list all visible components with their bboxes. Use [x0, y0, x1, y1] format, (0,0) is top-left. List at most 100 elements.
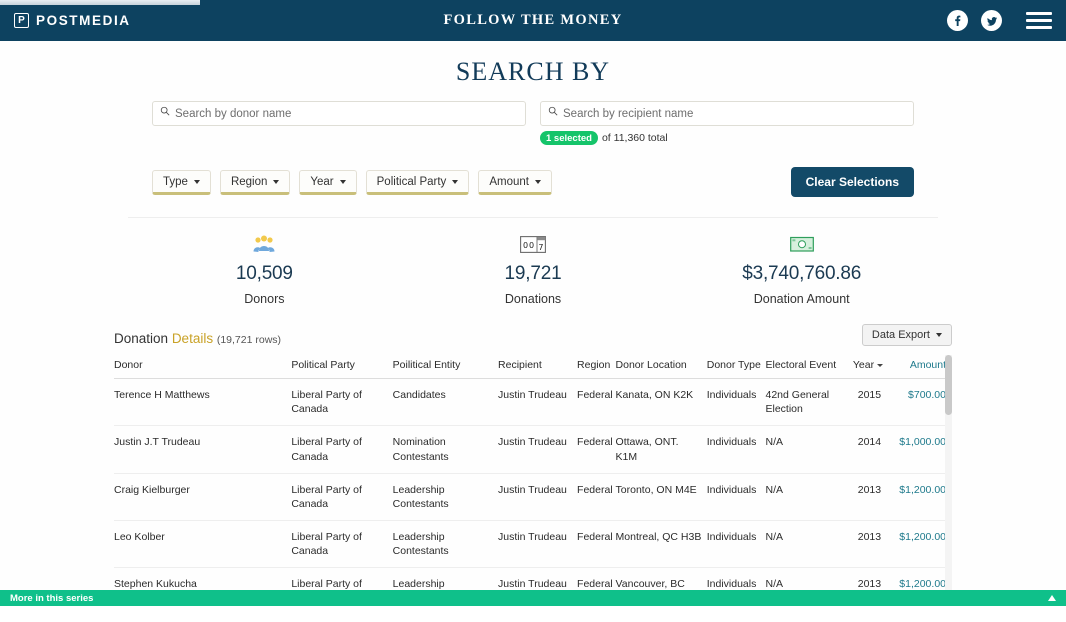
banknote-icon: [667, 233, 936, 255]
filter-amount-button[interactable]: Amount: [478, 169, 552, 195]
cell-region: Federal: [577, 473, 616, 522]
cell-donor: Terence H Matthews: [114, 378, 292, 427]
sort-descending-icon: [877, 363, 884, 367]
donation-details-table: Donor Political Party Poilitical Entity …: [114, 355, 952, 593]
column-header-donor-location[interactable]: Donor Location: [615, 355, 707, 379]
table-row[interactable]: Terence H Matthews Liberal Party of Cana…: [114, 378, 952, 427]
cell-donor: Justin J.T Trudeau: [114, 425, 292, 474]
summary-stats: 10,509 Donors 0 0 7 19,721 Donations $3,…: [0, 218, 1066, 306]
column-header-amount[interactable]: Amount: [889, 355, 952, 379]
selected-total-label: of 11,360 total: [601, 132, 668, 144]
filter-political-party-button[interactable]: Political Party: [365, 169, 470, 195]
cell-recipient: Justin Trudeau: [498, 473, 578, 522]
column-header-political-party[interactable]: Political Party: [291, 355, 393, 379]
recipient-selection-status: 1 selected of 11,360 total: [540, 131, 914, 145]
header-actions: [947, 10, 1052, 31]
cell-recipient: Justin Trudeau: [498, 520, 578, 569]
data-export-label: Data Export: [871, 329, 930, 341]
stat-label-donors: Donors: [244, 292, 285, 306]
twitter-icon[interactable]: [981, 10, 1002, 31]
page-title: SEARCH BY: [455, 57, 611, 86]
header-title: FOLLOW THE MONEY: [443, 12, 623, 28]
chevron-up-icon[interactable]: [1048, 595, 1056, 601]
hamburger-menu-icon[interactable]: [1026, 12, 1052, 29]
cell-year: 2013: [850, 473, 890, 522]
more-in-series-label: More in this series: [10, 592, 94, 604]
stat-card-donation-amount: $3,740,760.86 Donation Amount: [667, 233, 936, 306]
cell-amount[interactable]: $1,200.00: [889, 473, 952, 522]
clear-selections-button[interactable]: Clear Selections: [790, 167, 914, 197]
cell-donor-type: Individuals: [706, 473, 766, 522]
cell-donor-location: Kanata, ON K2K: [615, 378, 707, 427]
stat-value-donors: 10,509: [235, 263, 293, 284]
banknote-glyph: [789, 236, 814, 252]
filter-region-label: Region: [230, 175, 268, 188]
column-header-donor[interactable]: Donor: [114, 355, 292, 379]
cell-donor: Craig Kielburger: [114, 473, 292, 522]
filter-type-button[interactable]: Type: [152, 169, 211, 195]
cell-year: 2014: [850, 425, 890, 474]
column-header-region[interactable]: Region: [577, 355, 616, 379]
cell-electoral-event: N/A: [765, 520, 851, 569]
table-row[interactable]: Justin J.T Trudeau Liberal Party of Cana…: [114, 425, 952, 474]
table-caption-accent: Details: [171, 331, 214, 346]
cell-political-entity: Candidates: [392, 378, 499, 427]
cell-electoral-event: 42nd General Election: [765, 378, 851, 427]
more-in-series-bar[interactable]: More in this series: [0, 590, 1066, 606]
hamburger-line: [1026, 12, 1052, 15]
selected-count-badge[interactable]: 1 selected: [540, 131, 598, 145]
column-header-donor-type[interactable]: Donor Type: [706, 355, 766, 379]
cell-amount[interactable]: $700.00: [889, 378, 952, 427]
cell-amount[interactable]: $1,000.00: [889, 425, 952, 474]
cell-recipient: Justin Trudeau: [498, 378, 578, 427]
stat-value-donation-amount: $3,740,760.86: [742, 263, 862, 284]
cell-region: Federal: [577, 425, 616, 474]
column-header-year[interactable]: Year: [850, 355, 890, 379]
facebook-icon[interactable]: [947, 10, 968, 31]
stat-label-donation-amount: Donation Amount: [753, 292, 850, 306]
cell-amount[interactable]: $1,200.00: [889, 520, 952, 569]
hamburger-line: [1026, 19, 1052, 22]
column-header-recipient[interactable]: Recipient: [498, 355, 578, 379]
cell-political-entity: Leadership Contestants: [392, 473, 499, 522]
table-scroll-region[interactable]: Donor Political Party Poilitical Entity …: [114, 355, 952, 593]
cell-political-party: Liberal Party of Canada: [291, 378, 393, 427]
search-row: 1 selected of 11,360 total: [0, 101, 1066, 145]
cell-donor-type: Individuals: [706, 425, 766, 474]
data-export-button[interactable]: Data Export: [861, 324, 952, 346]
table-caption-prefix: Donation: [114, 331, 169, 346]
table-row[interactable]: Craig Kielburger Liberal Party of Canada…: [114, 473, 952, 522]
cell-donor-type: Individuals: [706, 378, 766, 427]
donation-details-panel: Donation Details (19,721 rows) Data Expo…: [0, 306, 1066, 593]
odometer-counter-glyph: 0 0 7: [520, 235, 546, 253]
chevron-down-icon: [193, 179, 200, 184]
cell-donor-type: Individuals: [706, 520, 766, 569]
cell-donor-location: Toronto, ON M4E: [615, 473, 707, 522]
filter-year-button[interactable]: Year: [299, 169, 357, 195]
filter-buttons: Type Region Year Political Party Amount: [152, 169, 552, 195]
column-header-political-entity[interactable]: Poilitical Entity: [392, 355, 499, 379]
table-row[interactable]: Leo Kolber Liberal Party of Canada Leade…: [114, 520, 952, 569]
cell-recipient: Justin Trudeau: [498, 425, 578, 474]
stat-card-donations: 0 0 7 19,721 Donations: [399, 233, 668, 306]
recipient-search-input[interactable]: [540, 101, 914, 126]
filter-region-button[interactable]: Region: [219, 169, 291, 195]
column-header-electoral-event[interactable]: Electoral Event: [765, 355, 851, 379]
filter-year-label: Year: [310, 175, 334, 188]
svg-text:0: 0: [529, 241, 534, 250]
cell-political-entity: Nomination Contestants: [392, 425, 499, 474]
cell-political-party: Liberal Party of Canada: [291, 520, 393, 569]
postmedia-logo[interactable]: P POSTMEDIA: [14, 13, 131, 28]
donor-search-input[interactable]: [152, 101, 526, 126]
table-body: Terence H Matthews Liberal Party of Cana…: [114, 378, 952, 593]
table-scrollbar[interactable]: [945, 355, 952, 593]
postmedia-mark-icon: P: [14, 13, 29, 28]
hamburger-line: [1026, 26, 1052, 29]
table-scrollbar-thumb[interactable]: [945, 355, 952, 415]
page-body: SEARCH BY 1 selected of 11,360 total: [0, 41, 1066, 606]
table-row-count: (19,721 rows): [216, 334, 282, 346]
facebook-glyph: [955, 15, 961, 26]
stat-value-donations: 19,721: [504, 263, 562, 284]
cell-region: Federal: [577, 520, 616, 569]
cell-political-entity: Leadership Contestants: [392, 520, 499, 569]
